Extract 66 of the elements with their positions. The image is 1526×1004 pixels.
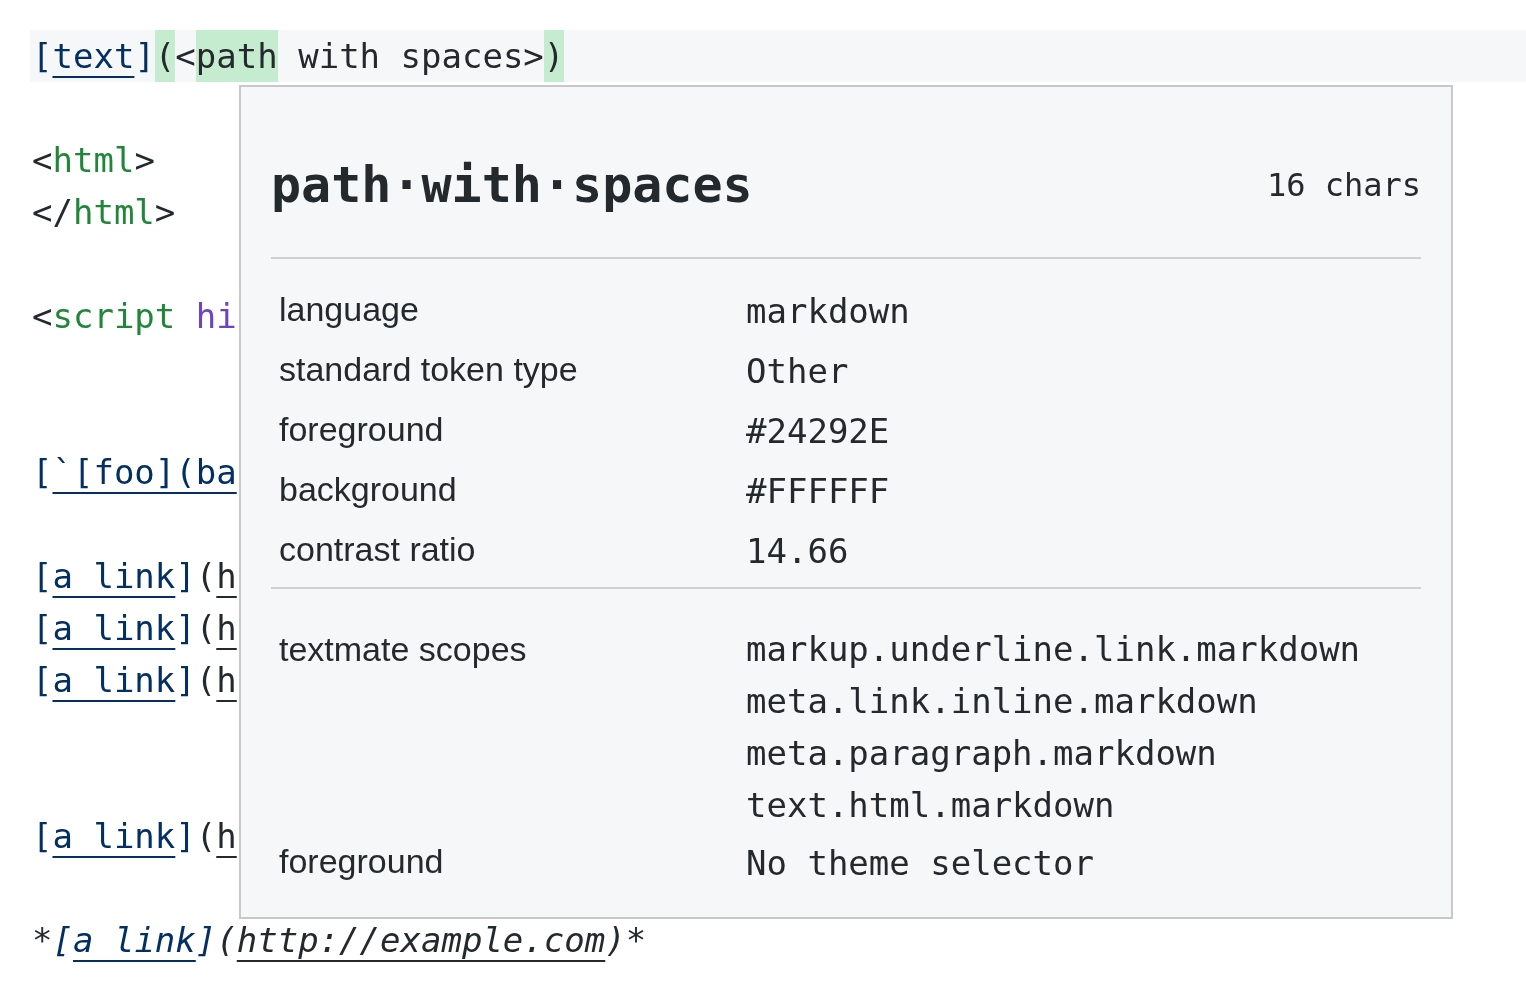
code-token: ( [195,607,217,650]
highlighted-code-token: ( [154,30,176,82]
property-value: No theme selector [746,842,1095,885]
property-label: textmate scopes [279,629,528,670]
property-value: #FFFFFF [746,470,891,513]
code-token: [ [32,35,53,78]
code-token: h [216,659,237,702]
code-token: > [134,139,155,182]
code-token: ] [175,659,196,702]
code-token: hi [194,295,237,338]
code-token: ) [605,919,626,962]
code-token: [ [32,451,53,494]
code-token: html [72,191,155,234]
code-token: h [216,555,237,598]
property-value: markdown [746,290,911,333]
code-token: ] [134,35,155,78]
code-token: ] [175,815,196,858]
property-label: foreground [279,841,445,882]
highlighted-code-token: path [195,30,278,82]
property-value: meta.paragraph.markdown [746,732,1218,775]
code-token: > [154,191,176,234]
property-value: Other [746,350,850,393]
code-token: * [625,919,647,962]
code-token: h [216,815,237,858]
property-value: meta.link.inline.markdown [746,680,1259,723]
property-value: markup.underline.link.markdown [746,628,1362,671]
code-token: ( [195,659,217,702]
code-token: a link [52,659,176,702]
property-value: #24292E [746,410,891,453]
code-token: a link [52,555,176,598]
code-token: script [52,295,176,338]
code-token: with spaces> [297,35,544,78]
property-label: foreground [279,409,445,450]
code-token: [ [32,607,53,650]
code-token: `[foo](ba [52,451,237,494]
code-token: h [216,607,237,650]
char-count: 16 chars [1266,165,1421,204]
code-token: text [52,35,135,78]
code-token: [ [52,919,73,962]
code-token: [ [32,555,53,598]
property-value: text.html.markdown [746,784,1116,827]
code-token: </ [32,191,73,234]
code-token: ] [175,555,196,598]
code-token: a link [52,607,176,650]
code-token: < [32,295,53,338]
code-token: ( [216,919,237,962]
code-token: ( [195,555,217,598]
property-label: background [279,469,458,510]
code-token: < [32,139,53,182]
code-token: < [175,35,196,78]
highlighted-code-token: ) [543,30,565,82]
property-label: language [279,289,420,330]
code-token: ] [195,919,217,962]
property-value: 14.66 [746,530,850,573]
property-label: contrast ratio [279,529,477,570]
token-title: path·with·spaces [271,155,753,214]
code-token: [ [32,659,53,702]
code-token: a link [52,815,176,858]
code-token: ( [195,815,217,858]
code-token: html [52,139,135,182]
code-token: ] [175,607,196,650]
code-token: [ [32,815,53,858]
code-token: http://example.com [236,919,606,962]
property-label: standard token type [279,349,579,390]
code-token: * [32,919,53,962]
code-token: a link [72,919,196,962]
